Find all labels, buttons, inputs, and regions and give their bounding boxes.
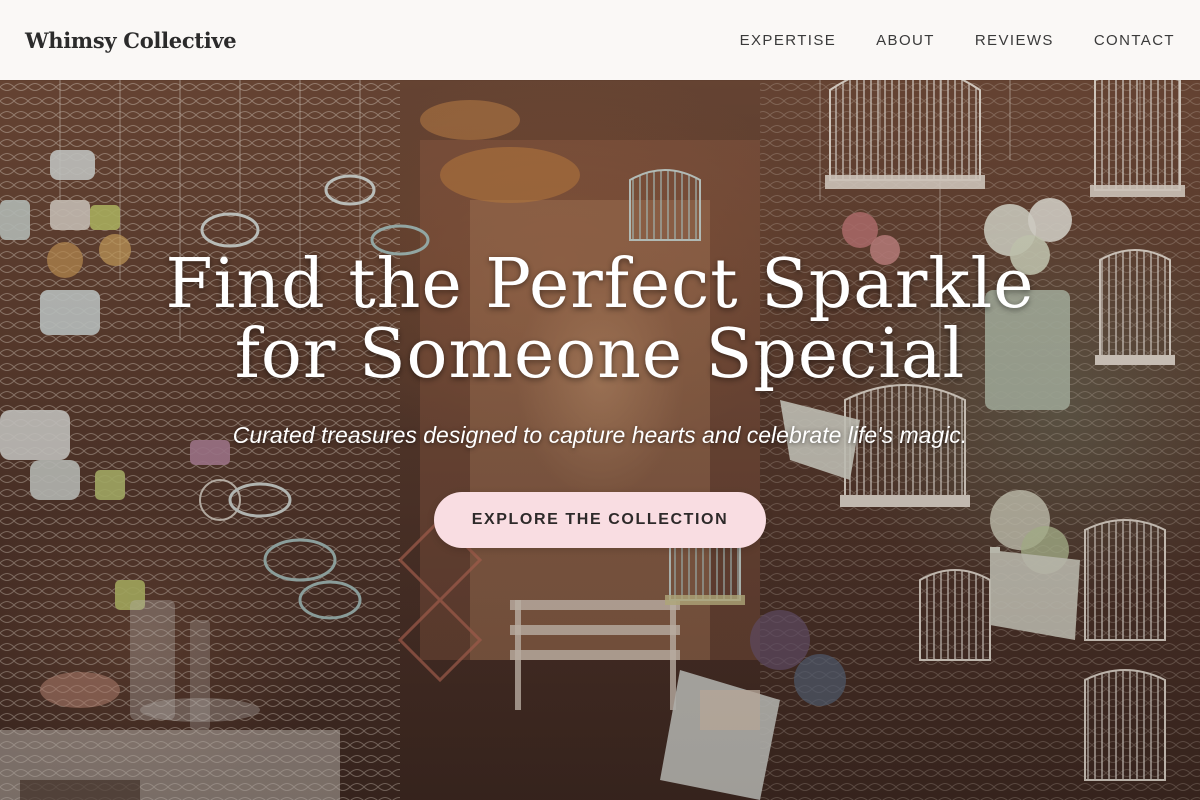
landing-page: Whimsy Collective EXPERTISE ABOUT REVIEW…: [0, 0, 1200, 800]
nav-link-expertise[interactable]: EXPERTISE: [740, 32, 837, 49]
brand-logo[interactable]: Whimsy Collective: [25, 28, 237, 53]
main-nav: EXPERTISE ABOUT REVIEWS CONTACT: [740, 32, 1175, 49]
site-header: Whimsy Collective EXPERTISE ABOUT REVIEW…: [0, 0, 1200, 80]
explore-collection-button[interactable]: EXPLORE THE COLLECTION: [434, 492, 766, 548]
hero-headline: Find the Perfect Sparkle for Someone Spec…: [0, 250, 1200, 390]
nav-link-about[interactable]: ABOUT: [876, 32, 935, 49]
hero-headline-line-1: Find the Perfect Sparkle: [165, 245, 1035, 324]
hero-headline-line-2: for Someone Special: [234, 315, 966, 394]
nav-link-reviews[interactable]: REVIEWS: [975, 32, 1054, 49]
hero-subtitle: Curated treasures designed to capture he…: [232, 422, 968, 448]
hero-content: Find the Perfect Sparkle for Someone Spec…: [0, 80, 1200, 800]
nav-link-contact[interactable]: CONTACT: [1094, 32, 1175, 49]
